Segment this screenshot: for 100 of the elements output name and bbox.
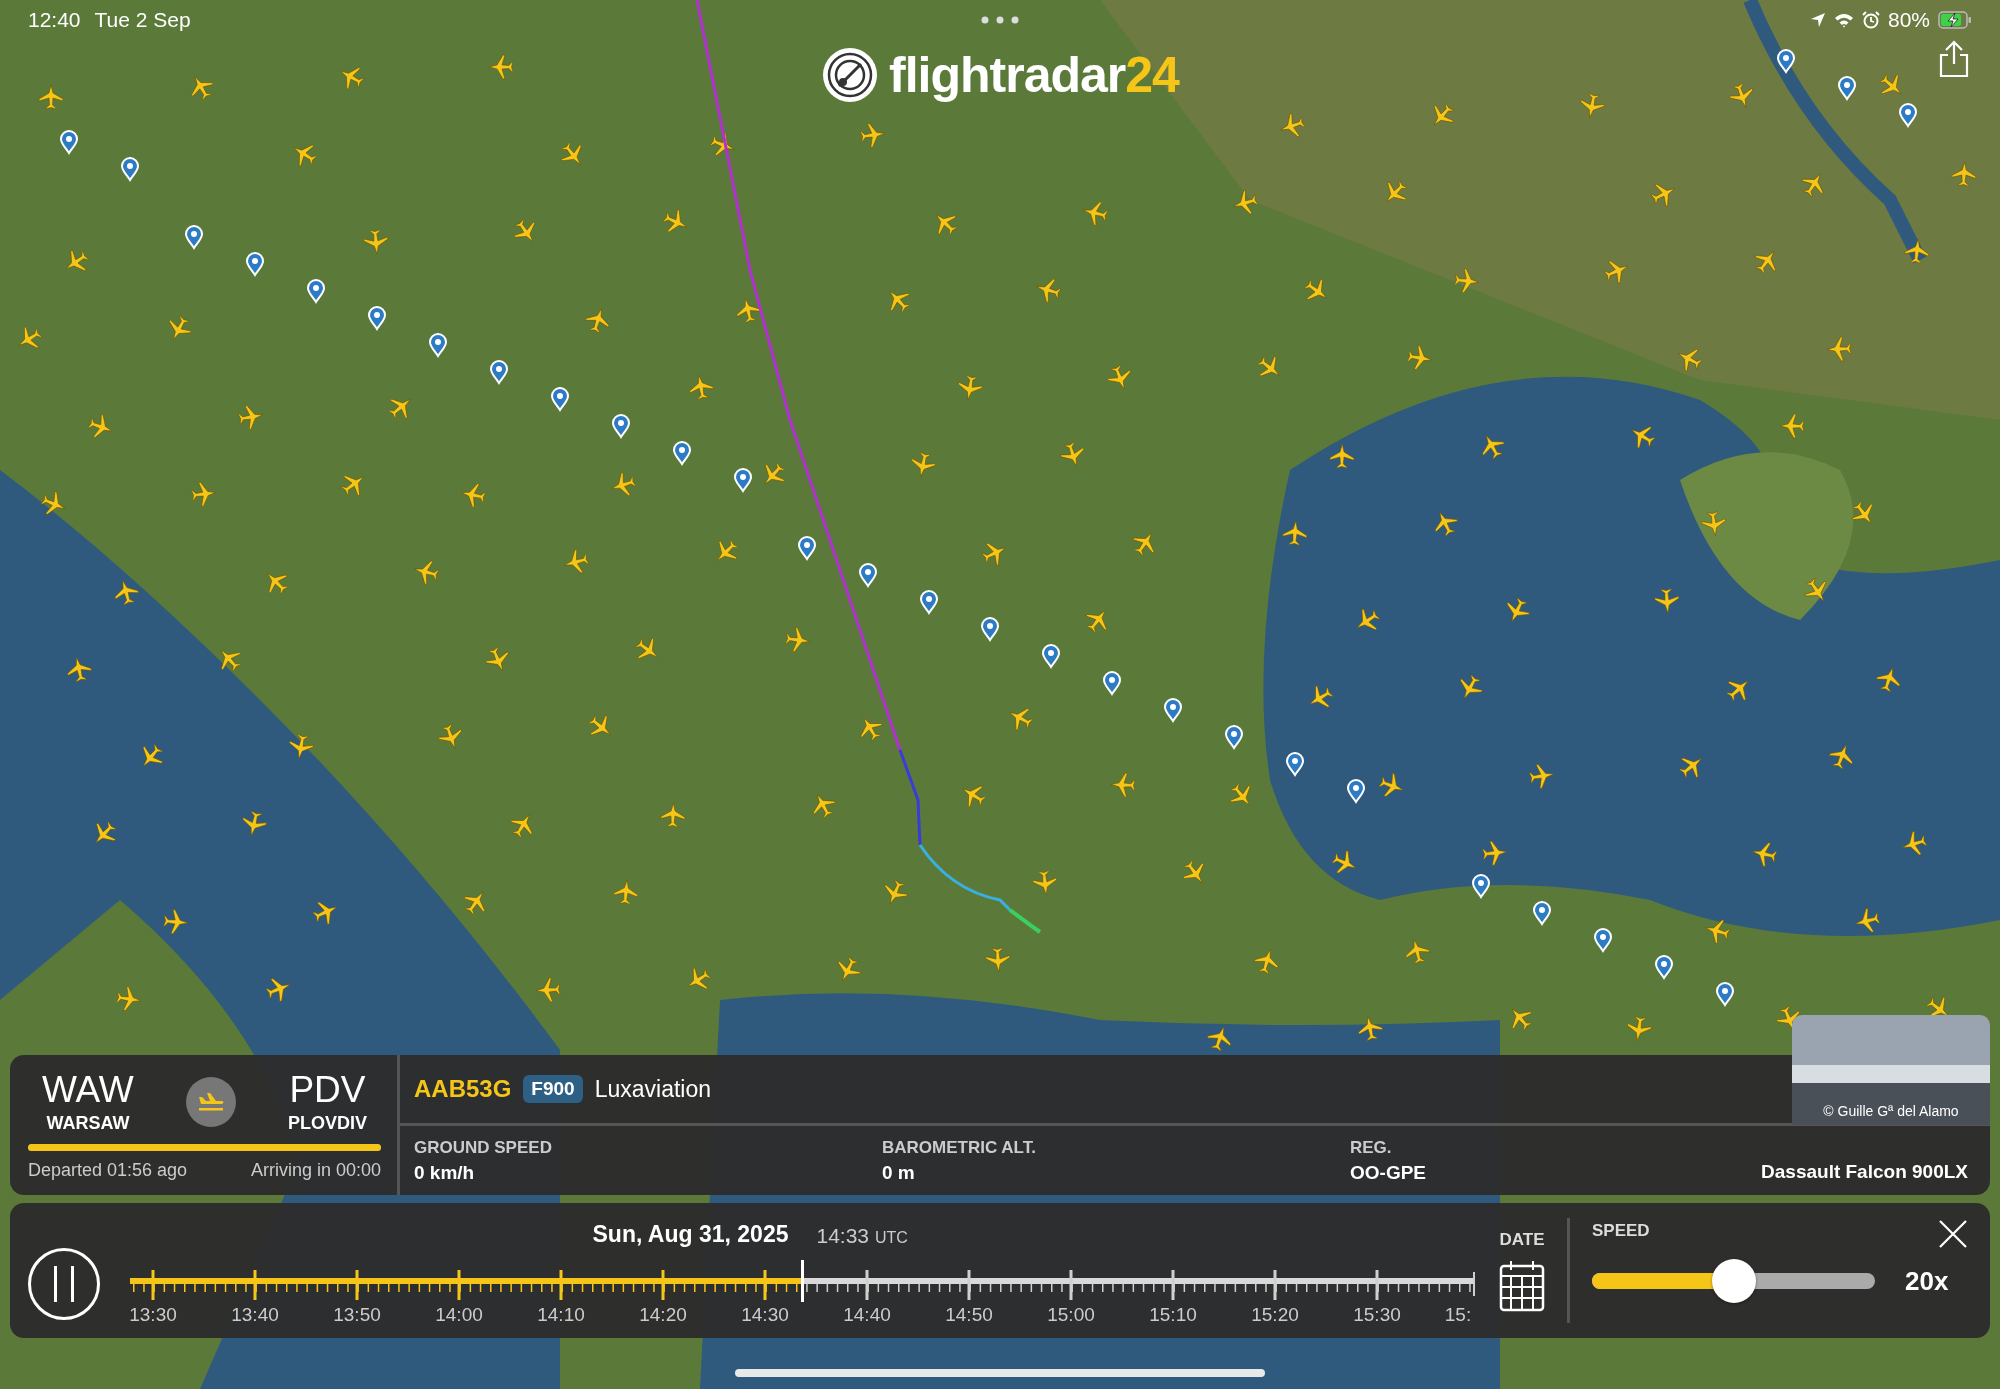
plane-icon[interactable] — [687, 967, 712, 990]
plane-icon[interactable] — [662, 209, 688, 233]
plane-icon[interactable] — [1580, 92, 1605, 119]
plane-icon[interactable] — [564, 549, 590, 574]
map-pin-icon[interactable] — [920, 590, 938, 614]
plane-icon[interactable] — [1826, 336, 1852, 362]
map-pin-icon[interactable] — [490, 360, 508, 384]
plane-icon[interactable] — [1511, 1008, 1532, 1031]
map-pin-icon[interactable] — [798, 536, 816, 560]
plane-icon[interactable] — [1754, 251, 1776, 274]
plane-icon[interactable] — [813, 794, 836, 819]
plane-icon[interactable] — [289, 734, 314, 760]
map-pin-icon[interactable] — [551, 387, 569, 411]
home-indicator[interactable] — [735, 1368, 1265, 1377]
plane-icon[interactable] — [1631, 426, 1656, 449]
plane-icon[interactable] — [485, 646, 509, 672]
map-pin-icon[interactable] — [1103, 671, 1121, 695]
plane-icon[interactable] — [65, 249, 89, 271]
plane-icon[interactable] — [1876, 667, 1901, 693]
share-icon[interactable] — [1938, 40, 1970, 78]
plane-icon[interactable] — [293, 144, 318, 167]
map-pin-icon[interactable] — [981, 617, 999, 641]
plane-icon[interactable] — [1378, 773, 1404, 797]
map-pin-icon[interactable] — [673, 441, 691, 465]
plane-icon[interactable] — [936, 214, 958, 236]
close-icon[interactable] — [1938, 1219, 1968, 1249]
plane-icon[interactable] — [585, 308, 610, 334]
plane-icon[interactable] — [1083, 201, 1109, 226]
plane-icon[interactable] — [884, 879, 908, 905]
plane-icon[interactable] — [1407, 345, 1433, 370]
plane-icon[interactable] — [1627, 1016, 1652, 1042]
plane-icon[interactable] — [1282, 520, 1308, 546]
plane-icon[interactable] — [1032, 870, 1058, 896]
plane-icon[interactable] — [242, 810, 267, 836]
plane-icon[interactable] — [1107, 364, 1131, 390]
plane-icon[interactable] — [18, 326, 43, 349]
plane-icon[interactable] — [860, 123, 886, 148]
plane-icon[interactable] — [1926, 996, 1949, 1018]
plane-icon[interactable] — [388, 398, 411, 420]
more-dots-icon[interactable] — [981, 16, 1019, 24]
plane-icon[interactable] — [717, 539, 739, 561]
map-pin-icon[interactable] — [1533, 901, 1551, 925]
plane-icon[interactable] — [962, 785, 987, 808]
plane-icon[interactable] — [613, 879, 639, 905]
plane-icon[interactable] — [1434, 511, 1458, 537]
plane-icon[interactable] — [341, 475, 364, 497]
plane-icon[interactable] — [1386, 180, 1408, 202]
plane-icon[interactable] — [1904, 238, 1930, 264]
plane-icon[interactable] — [169, 315, 192, 340]
plane-icon[interactable] — [87, 414, 113, 438]
plane-icon[interactable] — [588, 714, 611, 736]
plane-icon[interactable] — [911, 451, 936, 478]
plane-icon[interactable] — [460, 483, 487, 508]
timeline-slider[interactable] — [130, 1259, 1475, 1304]
calendar-icon[interactable] — [1499, 1259, 1545, 1312]
plane-icon[interactable] — [312, 901, 338, 925]
plane-icon[interactable] — [889, 290, 911, 313]
plane-icon[interactable] — [1801, 173, 1824, 198]
map-pin-icon[interactable] — [1899, 103, 1917, 127]
plane-icon[interactable] — [1254, 949, 1279, 975]
plane-icon[interactable] — [1280, 113, 1306, 137]
plane-icon[interactable] — [1257, 355, 1280, 377]
plane-icon[interactable] — [535, 977, 561, 1003]
plane-icon[interactable] — [340, 67, 365, 90]
plane-icon[interactable] — [1182, 860, 1204, 883]
plane-icon[interactable] — [1309, 685, 1334, 708]
plane-icon[interactable] — [238, 405, 264, 430]
plane-icon[interactable] — [1132, 532, 1155, 557]
plane-icon[interactable] — [660, 802, 686, 828]
plane-icon[interactable] — [1679, 757, 1702, 779]
plane-icon[interactable] — [635, 637, 658, 659]
plane-icon[interactable] — [267, 573, 289, 595]
map-pin-icon[interactable] — [121, 157, 139, 181]
plane-icon[interactable] — [510, 814, 533, 839]
plane-icon[interactable] — [1060, 441, 1085, 467]
map-pin-icon[interactable] — [1472, 874, 1490, 898]
plane-icon[interactable] — [1701, 511, 1726, 537]
plane-icon[interactable] — [958, 375, 983, 401]
map-pin-icon[interactable] — [307, 279, 325, 303]
plane-icon[interactable] — [764, 462, 786, 485]
plane-icon[interactable] — [736, 298, 761, 324]
plane-icon[interactable] — [265, 978, 291, 1002]
plane-icon[interactable] — [1776, 1005, 1800, 1031]
map-pin-icon[interactable] — [1164, 698, 1182, 722]
map-pin-icon[interactable] — [1777, 49, 1795, 73]
plane-icon[interactable] — [1752, 842, 1778, 867]
map-pin-icon[interactable] — [60, 130, 78, 154]
plane-icon[interactable] — [860, 717, 883, 742]
plane-icon[interactable] — [1036, 278, 1062, 303]
plane-icon[interactable] — [1529, 764, 1555, 789]
plane-icon[interactable] — [1650, 183, 1675, 207]
plane-icon[interactable] — [1482, 840, 1508, 866]
plane-icon[interactable] — [142, 744, 164, 767]
map-pin-icon[interactable] — [1225, 725, 1243, 749]
plane-icon[interactable] — [1331, 850, 1357, 874]
map-pin-icon[interactable] — [1716, 982, 1734, 1006]
plane-icon[interactable] — [981, 542, 1007, 566]
plane-icon[interactable] — [1879, 74, 1902, 95]
plane-icon[interactable] — [709, 132, 735, 156]
plane-icon[interactable] — [363, 229, 389, 255]
